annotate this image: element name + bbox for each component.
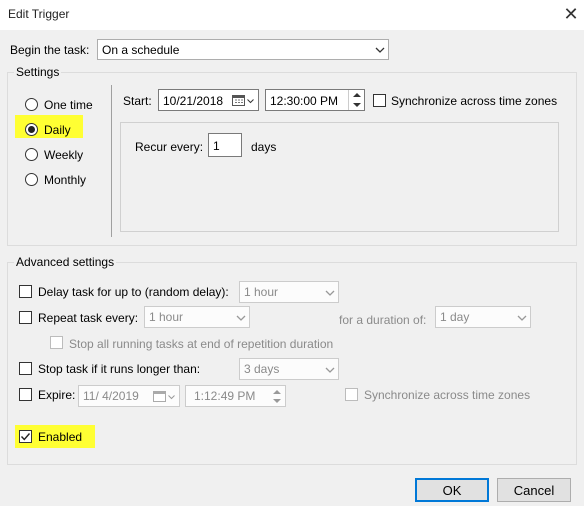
close-icon[interactable]: ✕: [560, 3, 582, 25]
radio-button[interactable]: [25, 98, 38, 111]
chevron-down-icon: [325, 367, 335, 373]
chevron-down-icon: [375, 47, 385, 53]
start-date-value: 10/21/2018: [163, 94, 224, 108]
expire-label: Expire:: [38, 388, 76, 402]
sync-label: Synchronize across time zones: [391, 94, 558, 108]
delay-checkbox[interactable]: [19, 285, 32, 298]
calendar-icon[interactable]: [232, 94, 245, 106]
cancel-button[interactable]: Cancel: [497, 478, 571, 502]
recur-input[interactable]: 1: [208, 133, 242, 157]
start-label: Start:: [123, 94, 152, 108]
delay-label: Delay task for up to (random delay):: [38, 285, 229, 299]
chevron-down-icon[interactable]: [167, 392, 176, 402]
radio-button[interactable]: [25, 173, 38, 186]
start-time-picker[interactable]: 12:30:00 PM: [265, 89, 365, 111]
radio-button-selected[interactable]: [25, 123, 38, 136]
duration-value: 1 day: [440, 310, 470, 324]
chevron-down-icon[interactable]: [246, 96, 255, 106]
chevron-down-icon: [325, 290, 335, 296]
begin-label: Begin the task:: [10, 43, 90, 57]
expire-sync-label: Synchronize across time zones: [364, 388, 531, 402]
spin-down-icon[interactable]: [353, 102, 361, 108]
begin-task-value: On a schedule: [102, 42, 180, 57]
duration-label: for a duration of:: [339, 313, 427, 327]
sync-checkbox[interactable]: [373, 94, 386, 107]
expire-time-value: 1:12:49 PM: [194, 389, 256, 403]
radio-label: Daily: [44, 123, 71, 137]
repeat-checkbox[interactable]: [19, 311, 32, 324]
vertical-divider: [111, 85, 112, 237]
spin-up-icon[interactable]: [273, 389, 281, 395]
repeat-dropdown[interactable]: 1 hour: [144, 306, 250, 328]
recur-unit: days: [251, 140, 277, 154]
radio-button[interactable]: [25, 148, 38, 161]
title-bar: Edit Trigger ✕: [0, 0, 584, 30]
enabled-checkbox[interactable]: [19, 430, 32, 443]
time-spinner[interactable]: [348, 90, 364, 110]
expire-date-value: 11/ 4/2019: [83, 389, 139, 403]
recur-panel: [120, 122, 559, 232]
recur-label: Recur every:: [135, 140, 204, 154]
stop-all-checkbox[interactable]: [50, 336, 63, 349]
stop-all-label: Stop all running tasks at end of repetit…: [69, 337, 334, 351]
delay-dropdown[interactable]: 1 hour: [239, 281, 339, 303]
stop-if-checkbox[interactable]: [19, 362, 32, 375]
repeat-label: Repeat task every:: [38, 311, 139, 325]
stop-if-label: Stop task if it runs longer than:: [38, 362, 201, 376]
calendar-icon[interactable]: [153, 390, 166, 402]
spin-up-icon[interactable]: [353, 92, 361, 98]
radio-label: One time: [44, 98, 93, 112]
chevron-down-icon: [236, 315, 246, 321]
delay-value: 1 hour: [244, 285, 279, 299]
ok-button[interactable]: OK: [415, 478, 489, 502]
time-spinner[interactable]: [269, 386, 285, 406]
window-title: Edit Trigger: [8, 7, 70, 21]
enabled-label: Enabled: [38, 430, 83, 444]
stop-if-value: 3 days: [244, 362, 280, 376]
start-date-picker[interactable]: 10/21/2018: [158, 89, 259, 111]
expire-checkbox[interactable]: [19, 388, 32, 401]
checkmark-icon: [20, 433, 31, 441]
duration-dropdown[interactable]: 1 day: [435, 306, 531, 328]
spin-down-icon[interactable]: [273, 398, 281, 404]
radio-label: Monthly: [44, 173, 87, 187]
repeat-value: 1 hour: [149, 310, 184, 324]
start-time-value: 12:30:00 PM: [270, 94, 339, 108]
expire-time-picker[interactable]: 1:12:49 PM: [185, 385, 286, 407]
expire-sync-checkbox[interactable]: [345, 388, 358, 401]
stop-if-dropdown[interactable]: 3 days: [239, 358, 339, 380]
begin-task-dropdown[interactable]: On a schedule: [97, 39, 389, 60]
expire-date-picker[interactable]: 11/ 4/2019: [78, 385, 180, 407]
radio-label: Weekly: [44, 148, 84, 162]
chevron-down-icon: [517, 315, 527, 321]
recur-value: 1: [213, 139, 220, 153]
advanced-legend: Advanced settings: [14, 255, 117, 269]
settings-legend: Settings: [14, 65, 62, 79]
